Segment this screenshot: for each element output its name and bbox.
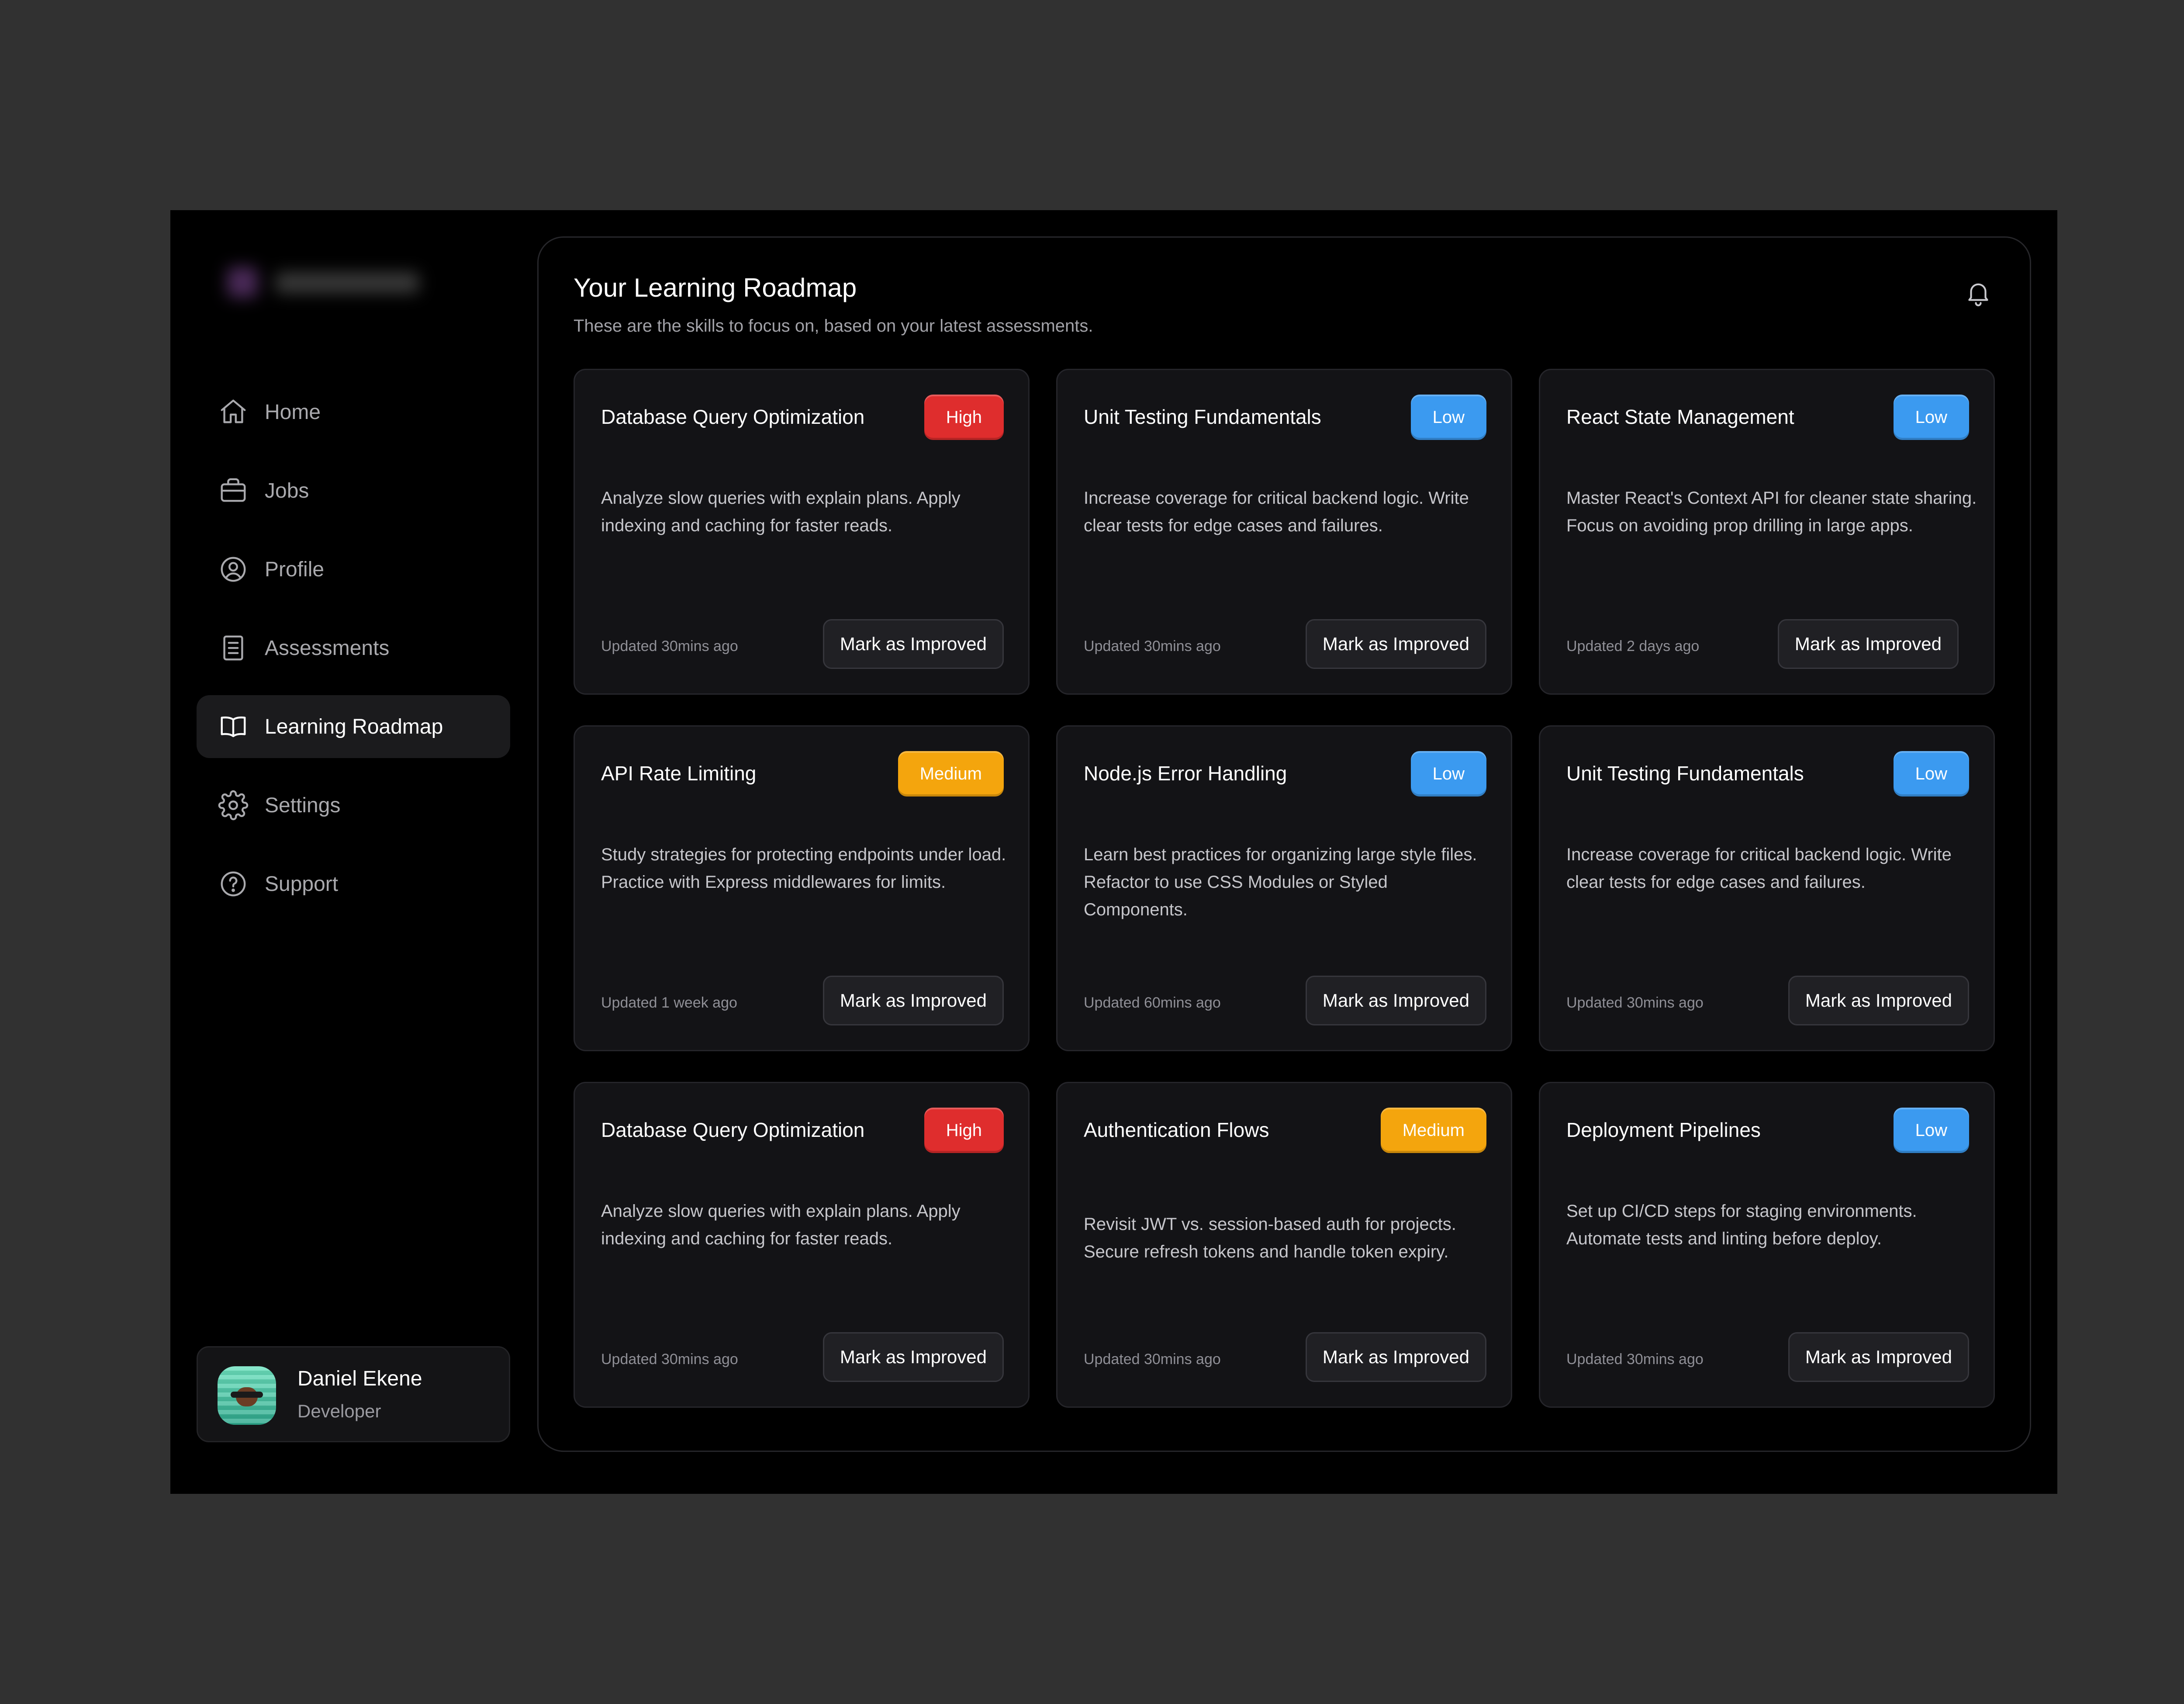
skill-card: Node.js Error Handling Low Learn best pr… xyxy=(1056,725,1512,1051)
sidebar-item-label: Assessments xyxy=(265,636,390,660)
card-description: Increase coverage for critical backend l… xyxy=(1084,488,1469,535)
main-panel: Your Learning Roadmap These are the skil… xyxy=(537,236,2031,1452)
card-updated: Updated 60mins ago xyxy=(1084,994,1221,1011)
priority-badge: Low xyxy=(1893,751,1969,797)
mark-as-improved-button[interactable]: Mark as Improved xyxy=(1305,976,1486,1025)
logo xyxy=(218,245,432,311)
briefcase-icon xyxy=(217,474,250,507)
mark-as-improved-button[interactable]: Mark as Improved xyxy=(1305,1332,1486,1382)
card-title: React State Management xyxy=(1566,405,1794,428)
sidebar: Home Jobs Profile Assessments Learning R… xyxy=(170,210,537,1494)
sidebar-nav: Home Jobs Profile Assessments Learning R… xyxy=(197,381,510,931)
mark-as-improved-button[interactable]: Mark as Improved xyxy=(1788,976,1969,1025)
priority-badge: Low xyxy=(1893,1108,1969,1153)
skills-grid: Database Query Optimization High Analyze… xyxy=(574,369,1999,1408)
card-description: Set up CI/CD steps for staging environme… xyxy=(1566,1202,1917,1248)
sidebar-item-label: Profile xyxy=(265,558,325,581)
card-description: Analyze slow queries with explain plans.… xyxy=(601,1202,961,1248)
mark-as-improved-button[interactable]: Mark as Improved xyxy=(1788,1332,1969,1382)
document-icon xyxy=(217,631,250,665)
sidebar-item-assessments[interactable]: Assessments xyxy=(197,616,510,679)
skill-card: Deployment Pipelines Low Set up CI/CD st… xyxy=(1539,1082,1995,1408)
page-subtitle: These are the skills to focus on, based … xyxy=(574,316,1093,336)
card-description: Study strategies for protecting endpoint… xyxy=(601,845,1006,892)
card-title: Node.js Error Handling xyxy=(1084,762,1287,785)
mark-as-improved-button[interactable]: Mark as Improved xyxy=(1305,619,1486,669)
card-title: Unit Testing Fundamentals xyxy=(1084,405,1321,428)
priority-badge: Low xyxy=(1410,751,1486,797)
card-title: Database Query Optimization xyxy=(601,1119,865,1141)
sidebar-item-label: Jobs xyxy=(265,479,309,502)
card-title: Deployment Pipelines xyxy=(1566,1119,1761,1141)
skill-card: API Rate Limiting Medium Study strategie… xyxy=(574,725,1030,1051)
card-title: API Rate Limiting xyxy=(601,762,757,785)
card-updated: Updated 2 days ago xyxy=(1566,638,1700,655)
book-open-icon xyxy=(217,710,250,743)
sidebar-item-label: Settings xyxy=(265,793,341,817)
page-title: Your Learning Roadmap xyxy=(574,273,857,302)
card-updated: Updated 1 week ago xyxy=(601,994,737,1011)
home-icon xyxy=(217,395,250,429)
bell-icon[interactable] xyxy=(1962,276,1995,309)
priority-badge: Medium xyxy=(1380,1108,1486,1153)
gear-icon xyxy=(217,789,250,822)
sidebar-item-support[interactable]: Support xyxy=(197,852,510,915)
card-description: Learn best practices for organizing larg… xyxy=(1084,845,1477,919)
skill-card: Database Query Optimization High Analyze… xyxy=(574,1082,1030,1408)
priority-badge: High xyxy=(924,395,1004,440)
user-profile-card[interactable]: Daniel Ekene Developer xyxy=(197,1346,510,1442)
skill-card: Database Query Optimization High Analyze… xyxy=(574,369,1030,695)
card-description: Master React's Context API for cleaner s… xyxy=(1566,488,1977,535)
priority-badge: High xyxy=(924,1108,1004,1153)
card-updated: Updated 30mins ago xyxy=(1566,994,1704,1011)
mark-as-improved-button[interactable]: Mark as Improved xyxy=(822,619,1004,669)
help-circle-icon xyxy=(217,867,250,900)
card-updated: Updated 30mins ago xyxy=(1084,638,1221,655)
sidebar-item-label: Support xyxy=(265,872,339,896)
card-title: Unit Testing Fundamentals xyxy=(1566,762,1804,785)
sidebar-item-profile[interactable]: Profile xyxy=(197,538,510,601)
skill-card: React State Management Low Master React'… xyxy=(1539,369,1995,695)
card-description: Analyze slow queries with explain plans.… xyxy=(601,488,961,535)
avatar xyxy=(218,1366,276,1425)
card-updated: Updated 30mins ago xyxy=(601,1351,738,1368)
sidebar-item-settings[interactable]: Settings xyxy=(197,774,510,837)
skill-card: Authentication Flows Medium Revisit JWT … xyxy=(1056,1082,1512,1408)
sidebar-item-jobs[interactable]: Jobs xyxy=(197,459,510,522)
user-circle-icon xyxy=(217,553,250,586)
sidebar-item-learning-roadmap[interactable]: Learning Roadmap xyxy=(197,695,510,758)
sidebar-item-label: Home xyxy=(265,400,321,424)
user-name: Daniel Ekene xyxy=(297,1367,422,1390)
priority-badge: Low xyxy=(1893,395,1969,440)
card-updated: Updated 30mins ago xyxy=(1084,1351,1221,1368)
sidebar-item-home[interactable]: Home xyxy=(197,381,510,443)
user-role: Developer xyxy=(297,1401,381,1421)
mark-as-improved-button[interactable]: Mark as Improved xyxy=(822,976,1004,1025)
card-description: Increase coverage for critical backend l… xyxy=(1566,845,1952,892)
card-updated: Updated 30mins ago xyxy=(1566,1351,1704,1368)
card-title: Database Query Optimization xyxy=(601,405,865,428)
app-window: Home Jobs Profile Assessments Learning R… xyxy=(170,210,2057,1494)
card-title: Authentication Flows xyxy=(1084,1119,1269,1141)
skill-card: Unit Testing Fundamentals Low Increase c… xyxy=(1539,725,1995,1051)
priority-badge: Low xyxy=(1410,395,1486,440)
sidebar-item-label: Learning Roadmap xyxy=(265,715,443,738)
skill-card: Unit Testing Fundamentals Low Increase c… xyxy=(1056,369,1512,695)
card-description: Revisit JWT vs. session-based auth for p… xyxy=(1084,1215,1456,1261)
mark-as-improved-button[interactable]: Mark as Improved xyxy=(1777,619,1959,669)
card-updated: Updated 30mins ago xyxy=(601,638,738,655)
mark-as-improved-button[interactable]: Mark as Improved xyxy=(822,1332,1004,1382)
priority-badge: Medium xyxy=(898,751,1004,797)
